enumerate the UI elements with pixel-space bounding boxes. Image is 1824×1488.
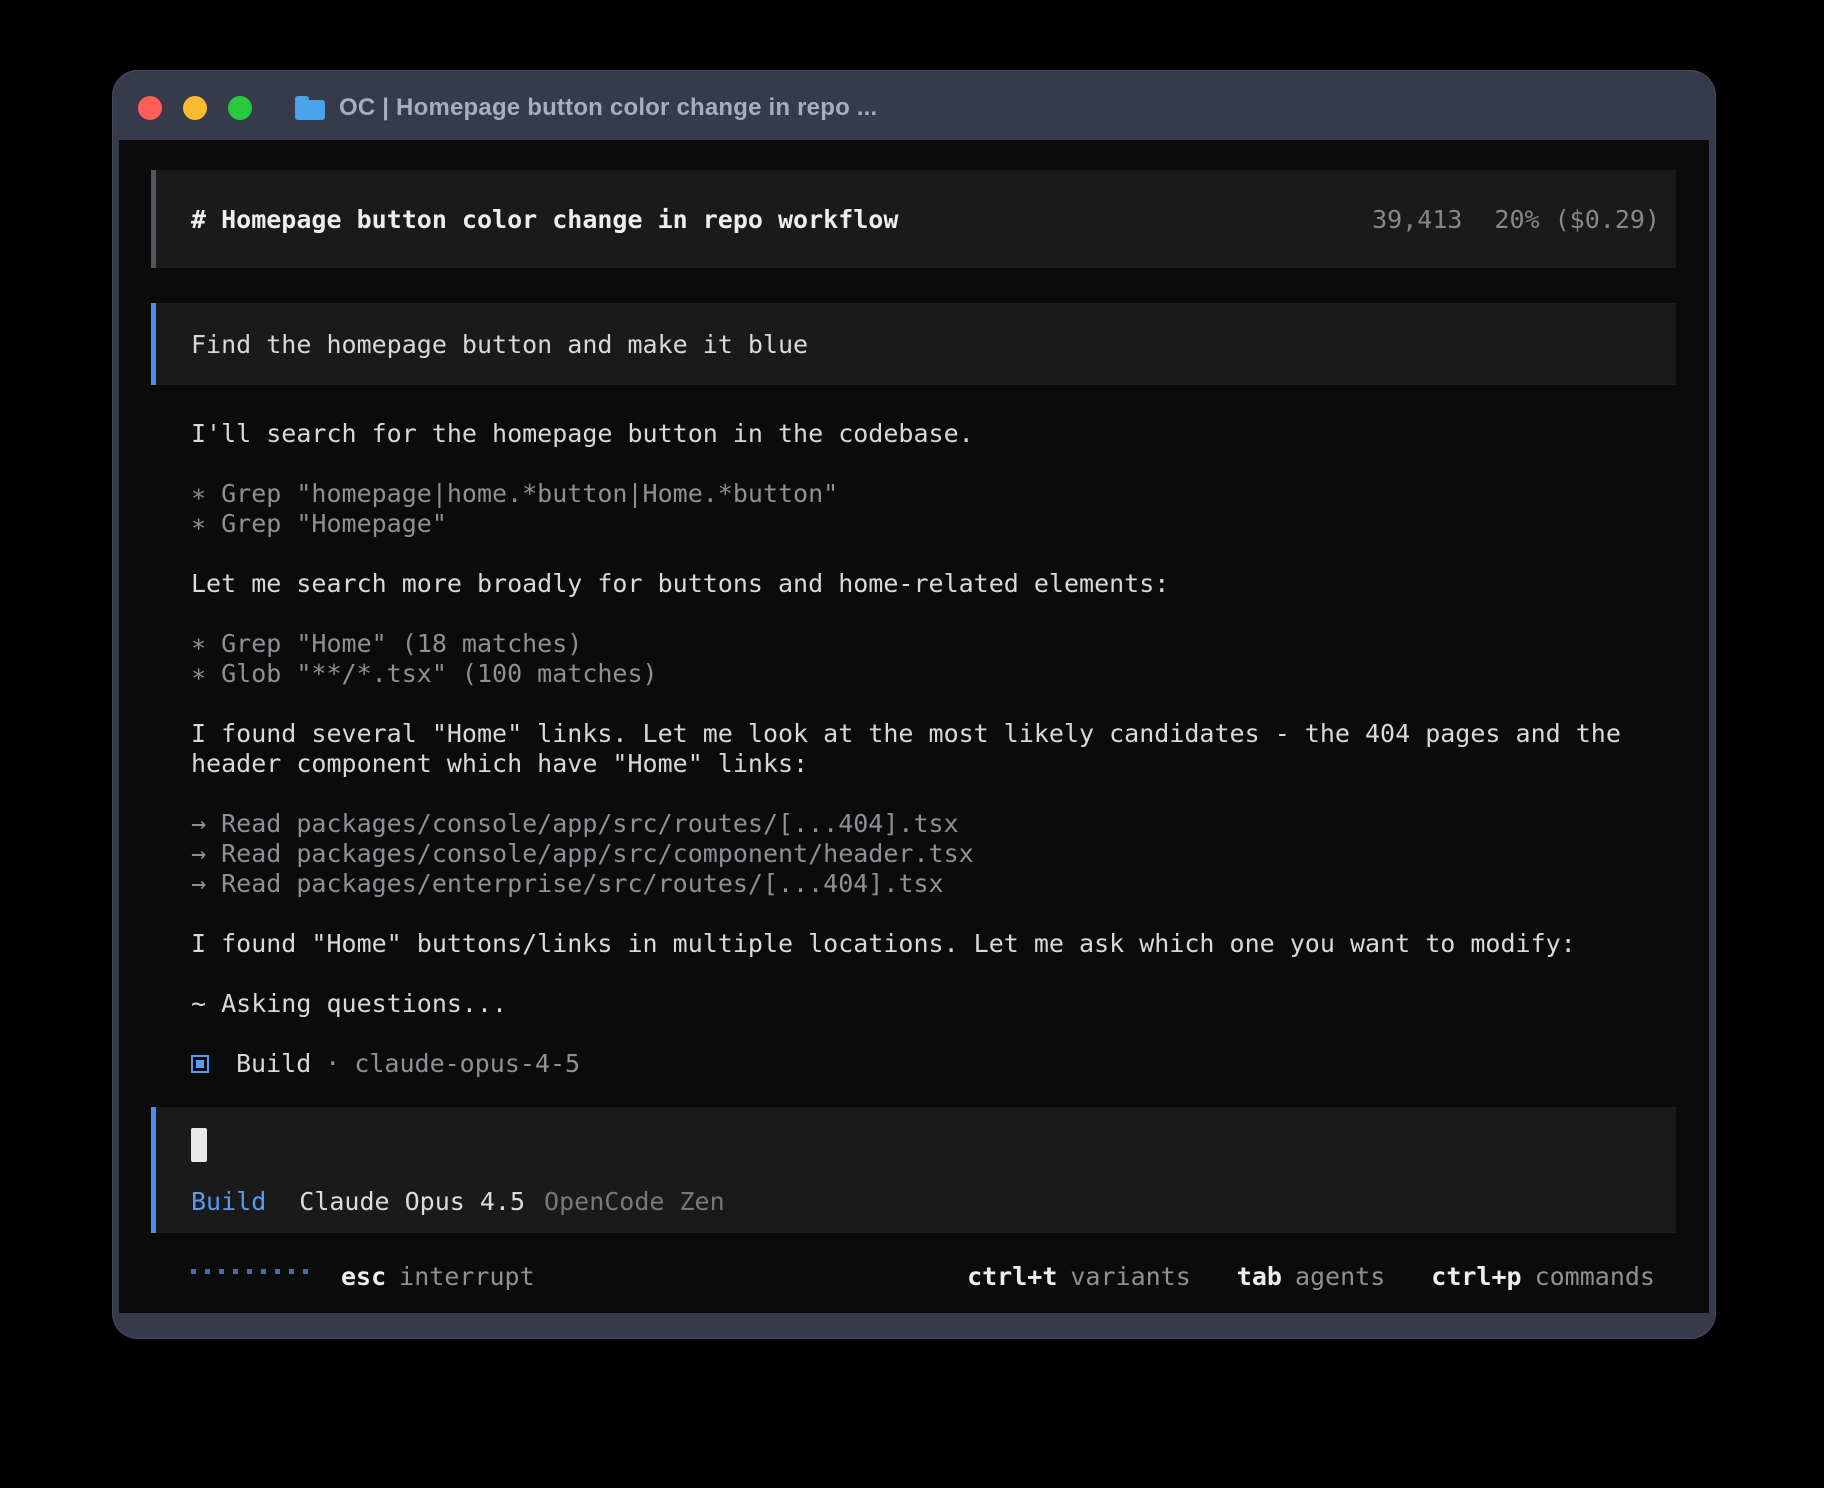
- spinner-dots: [191, 1269, 308, 1274]
- tool-call-read: → Read packages/console/app/src/routes/[…: [191, 809, 1676, 839]
- terminal-view: # Homepage button color change in repo w…: [119, 140, 1709, 1313]
- session-stats: 39,413 20% ($0.29): [1372, 205, 1660, 234]
- agent-model: claude-opus-4-5: [354, 1049, 580, 1079]
- assistant-text: I found "Home" buttons/links in multiple…: [191, 929, 1676, 959]
- spinner-dot: [261, 1269, 266, 1274]
- status-bar: esc interrupt ctrl+tvariants tabagents c…: [151, 1262, 1676, 1313]
- spinner-dot: [247, 1269, 252, 1274]
- prompt-input[interactable]: Build Claude Opus 4.5 OpenCode Zen: [151, 1107, 1676, 1233]
- tool-call-grep: ∗ Grep "Home" (18 matches): [191, 629, 1676, 659]
- assistant-text: Let me search more broadly for buttons a…: [191, 569, 1676, 599]
- separator-dot: ·: [325, 1049, 340, 1079]
- shortcut-commands: ctrl+pcommands: [1431, 1262, 1655, 1291]
- assistant-text: I'll search for the homepage button in t…: [191, 419, 1676, 449]
- folder-icon: [295, 96, 325, 120]
- working-status: ~ Asking questions...: [191, 989, 1676, 1019]
- esc-hint: interrupt: [399, 1262, 534, 1291]
- titlebar: OC | Homepage button color change in rep…: [112, 70, 1716, 140]
- context-cost: 20% ($0.29): [1494, 205, 1660, 234]
- spinner-dot: [191, 1269, 196, 1274]
- tool-call-grep: ∗ Grep "Homepage": [191, 509, 1676, 539]
- tool-call-glob: ∗ Glob "**/*.tsx" (100 matches): [191, 659, 1676, 689]
- minimize-button[interactable]: [183, 96, 207, 120]
- session-title: # Homepage button color change in repo w…: [191, 205, 898, 234]
- agent-build-icon: [191, 1055, 209, 1073]
- tool-call-read: → Read packages/console/app/src/componen…: [191, 839, 1676, 869]
- input-agent-label: Build: [191, 1187, 266, 1216]
- assistant-text: header component which have "Home" links…: [191, 749, 1676, 779]
- input-footer: Build Claude Opus 4.5 OpenCode Zen: [191, 1187, 1676, 1216]
- esc-key-label: esc: [341, 1262, 386, 1291]
- tool-call-read: → Read packages/enterprise/src/routes/[.…: [191, 869, 1676, 899]
- tool-call-grep: ∗ Grep "homepage|home.*button|Home.*butt…: [191, 479, 1676, 509]
- spinner-dot: [303, 1269, 308, 1274]
- shortcut-variants: ctrl+tvariants: [967, 1262, 1191, 1291]
- assistant-text: I found several "Home" links. Let me loo…: [191, 719, 1676, 749]
- agent-name: Build: [236, 1049, 311, 1079]
- token-count: 39,413: [1372, 205, 1462, 234]
- close-button[interactable]: [138, 96, 162, 120]
- spinner-dot: [233, 1269, 238, 1274]
- maximize-button[interactable]: [228, 96, 252, 120]
- user-message-text: Find the homepage button and make it blu…: [191, 330, 808, 359]
- spinner-dot: [219, 1269, 224, 1274]
- shortcut-agents: tabagents: [1237, 1262, 1385, 1291]
- assistant-transcript: I'll search for the homepage button in t…: [151, 419, 1676, 1079]
- session-header: # Homepage button color change in repo w…: [151, 170, 1676, 268]
- spinner-dot: [289, 1269, 294, 1274]
- spinner-dot: [205, 1269, 210, 1274]
- window-title: OC | Homepage button color change in rep…: [339, 94, 877, 122]
- user-message: Find the homepage button and make it blu…: [151, 303, 1676, 385]
- agent-status-line: Build · claude-opus-4-5: [191, 1049, 1676, 1079]
- app-window: OC | Homepage button color change in rep…: [112, 70, 1716, 1339]
- input-provider-label: OpenCode Zen: [544, 1187, 725, 1216]
- spinner-dot: [275, 1269, 280, 1274]
- text-cursor: [191, 1128, 207, 1162]
- input-model-label: Claude Opus 4.5: [299, 1187, 525, 1216]
